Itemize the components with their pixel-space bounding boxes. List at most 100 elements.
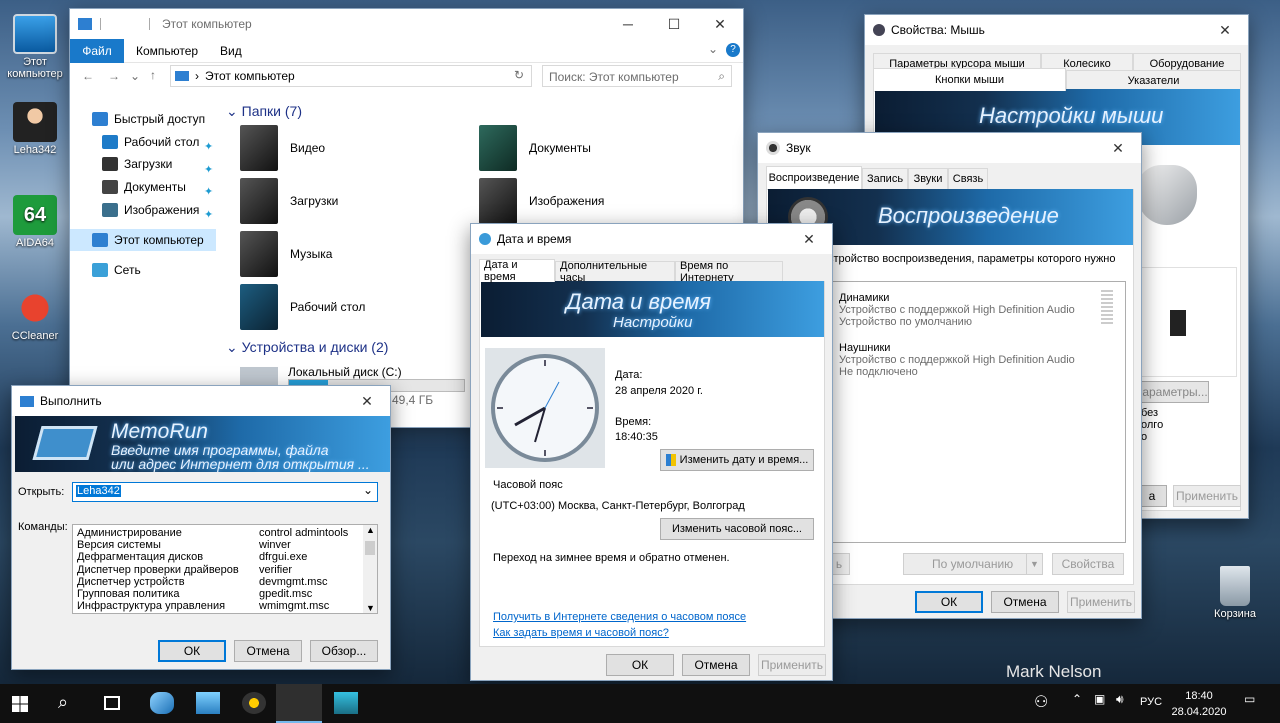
notifications-icon[interactable]: ▭ <box>1244 692 1268 714</box>
ribbon-expand-icon[interactable]: ⌄ <box>708 42 718 56</box>
explorer-taskbar-icon[interactable] <box>334 692 358 714</box>
command-row[interactable]: Версия системы winver <box>77 539 363 551</box>
scroll-thumb[interactable] <box>365 541 375 555</box>
close-button[interactable]: ✕ <box>786 224 832 254</box>
command-row[interactable]: Групповая политика gpedit.msc <box>77 588 363 600</box>
sidebar-item-this-pc[interactable]: Этот компьютер <box>70 229 216 251</box>
mouse-apply-button[interactable]: Применить <box>1173 485 1241 507</box>
tab-pointers[interactable]: Указатели <box>1066 70 1241 91</box>
command-row[interactable]: Диспетчер проверки драйверов verifier <box>77 564 363 576</box>
people-icon[interactable]: ⚇ <box>1034 692 1058 714</box>
tab-date-time[interactable]: Дата и время <box>479 259 555 283</box>
chevron-down-icon[interactable]: ⌄ <box>363 483 373 497</box>
forward-arrow-icon[interactable]: → <box>108 69 120 83</box>
tab-buttons[interactable]: Кнопки мыши <box>873 68 1066 91</box>
close-button[interactable]: ✕ <box>697 9 743 39</box>
folders-header[interactable]: ⌄ Папки (7) <box>226 103 302 120</box>
back-arrow-icon[interactable]: ← <box>82 69 94 83</box>
desktop-icon-ccleaner[interactable]: CCleaner <box>0 288 70 342</box>
open-input[interactable]: Leha342 ⌄ <box>72 482 378 502</box>
ok-button[interactable]: ОК <box>606 654 674 676</box>
minimize-button[interactable]: ─ <box>605 9 651 39</box>
start-windows-icon[interactable] <box>12 696 28 712</box>
set-default-button[interactable]: По умолчанию ▼ <box>903 553 1043 575</box>
network-tray-icon[interactable]: ▣ <box>1094 692 1118 714</box>
sidebar-item-documents[interactable]: Документы <box>102 180 186 194</box>
sidebar-quick-access[interactable]: Быстрый доступ <box>92 112 205 126</box>
sound-taskbar-icon[interactable] <box>242 692 266 714</box>
maximize-button[interactable]: ☐ <box>651 9 697 39</box>
language-indicator[interactable]: РУС <box>1140 696 1170 718</box>
folder-documents[interactable]: Документы <box>479 125 591 171</box>
task-view-icon[interactable] <box>104 696 120 710</box>
folder-music[interactable]: Музыка <box>240 231 332 277</box>
cancel-button[interactable]: Отмена <box>682 654 750 676</box>
up-arrow-icon[interactable]: ↑ <box>150 68 156 82</box>
properties-button[interactable]: Свойства <box>1052 553 1124 575</box>
sound-titlebar: Звук ✕ <box>758 133 1141 163</box>
search-input[interactable]: Поиск: Этот компьютер ⌕ <box>542 65 732 87</box>
search-icon[interactable]: ⌕ <box>58 692 82 714</box>
devices-header[interactable]: ⌄ Устройства и диски (2) <box>226 339 388 356</box>
ok-button[interactable]: ОК <box>915 591 983 613</box>
chevron-up-icon[interactable]: ⌃ <box>1072 692 1096 714</box>
apply-button[interactable]: Применить <box>758 654 826 676</box>
close-button[interactable]: ✕ <box>1095 133 1141 163</box>
run-taskbar-icon[interactable] <box>276 684 322 723</box>
desktop-icon-aida64[interactable]: 64 AIDA64 <box>0 195 70 249</box>
volume-tray-icon[interactable]: 🔊︎ <box>1116 692 1140 714</box>
mouse-params-button[interactable]: араметры... <box>1141 381 1209 403</box>
clock[interactable]: 18:40 28.04.2020 <box>1170 688 1228 720</box>
tab-recording[interactable]: Запись <box>862 168 908 189</box>
ribbon-tab-view[interactable]: Вид <box>220 44 242 58</box>
tab-playback[interactable]: Воспроизведение <box>766 166 862 189</box>
device-speakers[interactable]: Динамики Устройство с поддержкой High De… <box>839 292 1075 328</box>
folder-pictures[interactable]: Изображения <box>479 178 604 224</box>
close-button[interactable]: ✕ <box>344 386 390 416</box>
scrollbar[interactable]: ▲ ▼ <box>363 525 377 613</box>
sidebar-item-desktop[interactable]: Рабочий стол <box>102 135 199 149</box>
address-bar[interactable]: › Этот компьютер <box>170 65 532 87</box>
ribbon-tab-computer[interactable]: Компьютер <box>136 44 198 58</box>
tab-communications[interactable]: Связь <box>948 168 988 189</box>
folder-downloads[interactable]: Загрузки <box>240 178 338 224</box>
command-row[interactable]: Администрирование control admintools <box>77 527 363 539</box>
commands-list[interactable]: Администрирование control admintools Верси… <box>72 524 378 614</box>
command-row[interactable]: Инфраструктура управления wmimgmt.msc <box>77 600 363 612</box>
change-datetime-button[interactable]: Изменить дату и время... <box>660 449 814 471</box>
datetime-taskbar-icon[interactable] <box>196 692 220 714</box>
scroll-up-icon[interactable]: ▲ <box>366 525 375 535</box>
ribbon-tab-file[interactable]: Файл <box>70 39 124 63</box>
ok-button[interactable]: ОК <box>158 640 226 662</box>
change-timezone-button[interactable]: Изменить часовой пояс... <box>660 518 814 540</box>
tab-additional-clocks[interactable]: Дополнительные часы <box>555 260 675 284</box>
help-icon[interactable]: ? <box>726 43 740 57</box>
tab-internet-time[interactable]: Время по Интернету <box>675 260 783 284</box>
dst-note: Переход на зимнее время и обратно отмене… <box>493 552 730 564</box>
cancel-button[interactable]: Отмена <box>991 591 1059 613</box>
desktop-icon-this-pc[interactable]: Этот компьютер <box>0 14 70 80</box>
desktop-icon-recycle-bin[interactable]: Корзина <box>1200 566 1270 620</box>
cancel-button[interactable]: Отмена <box>234 640 302 662</box>
music-folder-icon <box>240 231 278 277</box>
folder-video[interactable]: Видео <box>240 125 325 171</box>
sound-device-list[interactable]: Динамики Устройство с поддержкой High De… <box>828 281 1126 543</box>
command-row[interactable]: Диспетчер устройств devmgmt.msc <box>77 576 363 588</box>
mouse-taskbar-icon[interactable] <box>150 692 174 714</box>
help-link[interactable]: Как задать время и часовой пояс? <box>493 627 669 639</box>
desktop-icon-user[interactable]: Leha342 <box>0 102 70 156</box>
folder-desktop[interactable]: Рабочий стол <box>240 284 365 330</box>
browse-button[interactable]: Обзор... <box>310 640 378 662</box>
apply-button[interactable]: Применить <box>1067 591 1135 613</box>
sidebar-item-downloads[interactable]: Загрузки <box>102 157 172 171</box>
refresh-icon[interactable]: ↻ <box>514 68 524 82</box>
sidebar-item-network[interactable]: Сеть <box>92 263 141 277</box>
sidebar-item-pictures[interactable]: Изображения <box>102 203 199 217</box>
tab-sounds[interactable]: Звуки <box>908 168 948 189</box>
chevron-down-icon[interactable]: ⌄ <box>130 69 140 83</box>
timezone-info-link[interactable]: Получить в Интернете сведения о часовом … <box>493 611 746 623</box>
device-headphones[interactable]: Наушники Устройство с поддержкой High De… <box>839 342 1075 378</box>
command-row[interactable]: Дефрагментация дисков dfrgui.exe <box>77 551 363 563</box>
close-button[interactable]: ✕ <box>1202 15 1248 45</box>
scroll-down-icon[interactable]: ▼ <box>366 603 375 613</box>
